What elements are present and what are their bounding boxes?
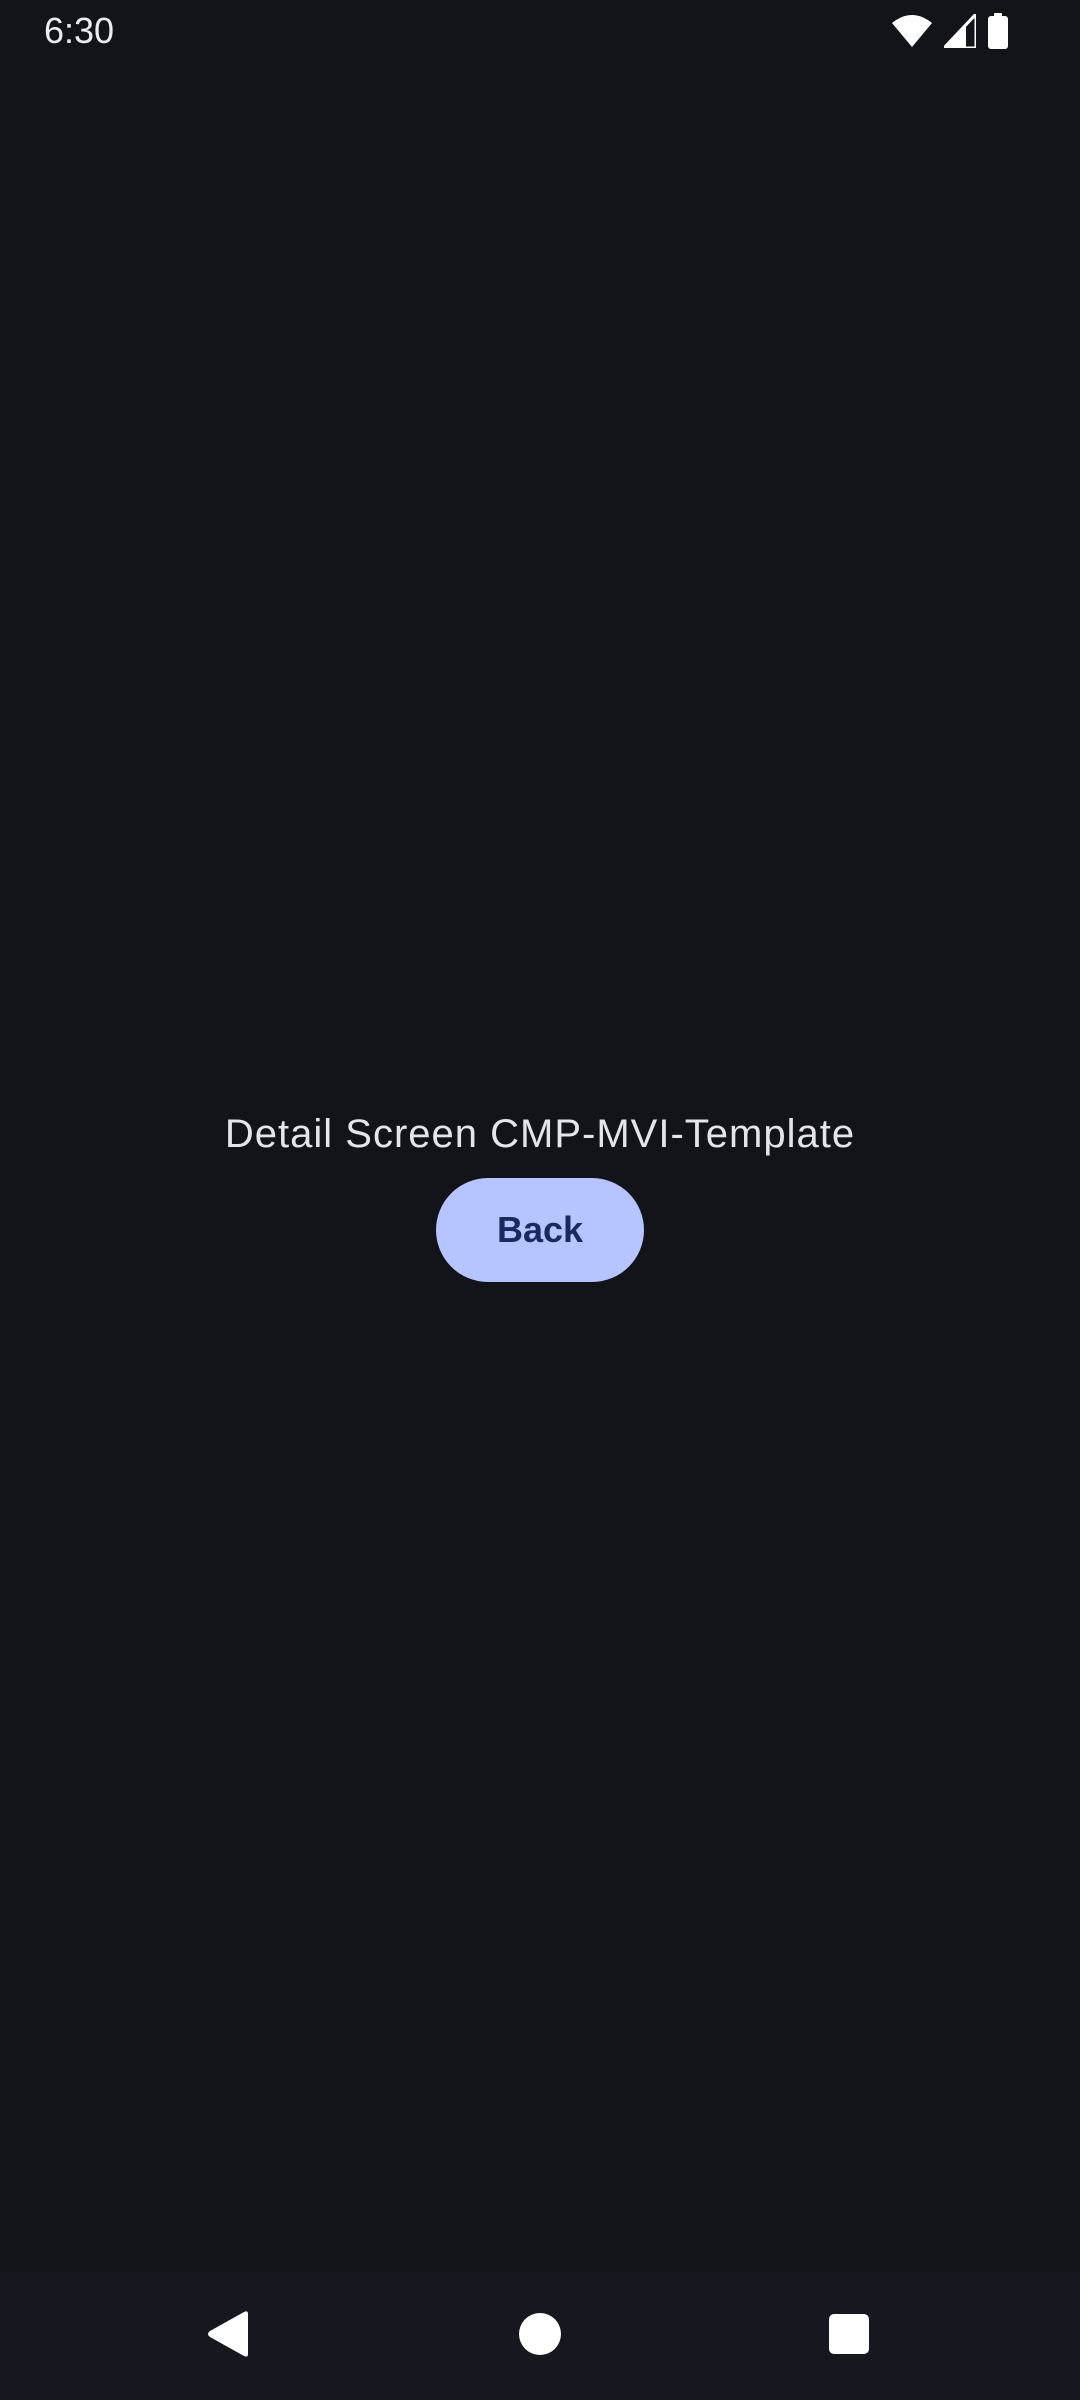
navigation-bar — [0, 2272, 1080, 2400]
detail-content: Detail Screen CMP-MVI-Template Back — [0, 1100, 1080, 1282]
nav-home-button[interactable] — [508, 2304, 572, 2368]
page-title: Detail Screen CMP-MVI-Template — [224, 1112, 856, 1156]
status-bar: 6:30 — [0, 0, 1080, 62]
nav-recents-button[interactable] — [817, 2304, 881, 2368]
recents-square-icon — [829, 2313, 869, 2359]
back-triangle-icon — [206, 2310, 250, 2363]
signal-icon — [944, 14, 976, 48]
screen: 6:30 Detail Screen CMP-MVI-Template Back — [0, 0, 1080, 2400]
back-button[interactable]: Back — [436, 1178, 644, 1282]
status-time: 6:30 — [44, 10, 115, 51]
status-icons — [892, 12, 1008, 50]
nav-back-button[interactable] — [196, 2304, 260, 2368]
battery-icon — [988, 13, 1008, 49]
home-circle-icon — [518, 2312, 562, 2361]
wifi-icon — [892, 15, 932, 47]
